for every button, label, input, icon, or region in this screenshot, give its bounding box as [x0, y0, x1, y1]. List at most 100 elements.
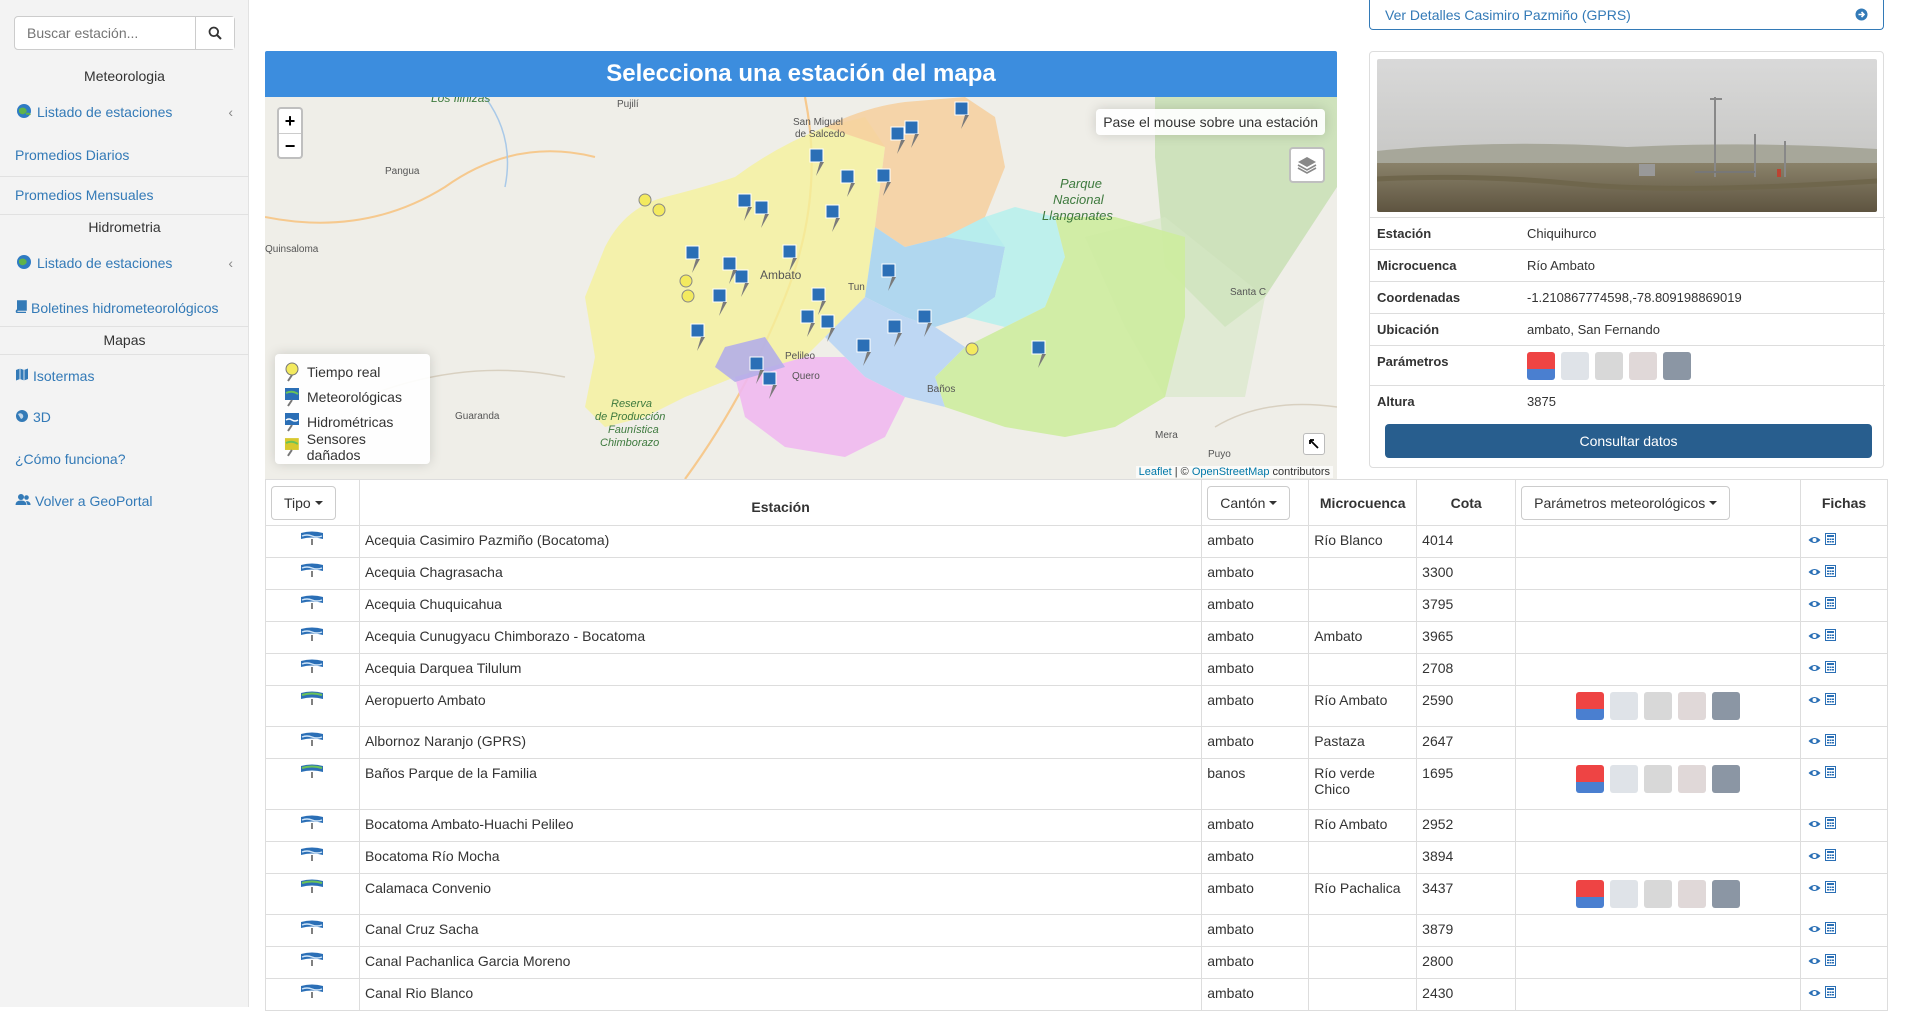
station-map[interactable]: San Miguel de Salcedo Pujilí Pangua Quin… [265, 97, 1337, 479]
calculator-icon[interactable] [1825, 953, 1836, 969]
calculator-icon[interactable] [1825, 985, 1836, 1001]
wind-direction-icon [1678, 765, 1707, 793]
eye-icon[interactable] [1808, 596, 1821, 612]
calculator-icon[interactable] [1825, 921, 1836, 937]
search-input[interactable] [15, 17, 195, 49]
eye-icon[interactable] [1808, 953, 1821, 969]
cell-microcuenca [1308, 978, 1418, 1011]
eye-icon[interactable] [1808, 816, 1821, 832]
search-icon [208, 26, 222, 40]
cell-parametros [1515, 946, 1801, 979]
layers-button[interactable] [1289, 147, 1325, 183]
calculator-icon[interactable] [1825, 692, 1836, 708]
info-key: Microcuenca [1377, 258, 1457, 273]
sidebar-item-listado-meteo[interactable]: Listado de estaciones ‹ [0, 95, 249, 129]
info-key: Ubicación [1377, 322, 1440, 337]
cell-tipo [265, 873, 360, 915]
osm-link[interactable]: OpenStreetMap [1192, 466, 1270, 478]
parametros-dropdown[interactable]: Parámetros meteorológicos [1521, 485, 1731, 520]
cell-fichas [1800, 841, 1888, 874]
eye-icon[interactable] [1808, 532, 1821, 548]
eye-icon[interactable] [1808, 765, 1821, 781]
tornado-icon [1644, 692, 1673, 720]
cell-estacion: Canal Rio Blanco [358, 978, 1203, 1011]
sidebar-item-promedios-diarios[interactable]: Promedios Diarios [0, 138, 249, 172]
expand-button[interactable] [1303, 433, 1325, 455]
calculator-icon[interactable] [1825, 660, 1836, 676]
sidebar-item-volver[interactable]: Volver a GeoPortal [0, 484, 249, 518]
cell-cota: 2430 [1416, 978, 1517, 1011]
cell-tipo [265, 758, 360, 810]
zoom-out-button[interactable]: − [279, 133, 301, 157]
leaflet-link[interactable]: Leaflet [1139, 466, 1172, 478]
col-canton: Cantón [1201, 479, 1310, 526]
cell-microcuenca [1308, 589, 1418, 622]
sidebar-item-listado-hidro[interactable]: Listado de estaciones ‹ [0, 246, 249, 280]
eye-icon[interactable] [1808, 628, 1821, 644]
cell-microcuenca: Río Pachalica [1308, 873, 1418, 915]
consult-data-button[interactable]: Consultar datos [1385, 424, 1872, 458]
eye-icon[interactable] [1808, 660, 1821, 676]
eye-icon[interactable] [1808, 692, 1821, 708]
caret-down-icon [314, 500, 323, 505]
cell-microcuenca [1308, 557, 1418, 590]
calculator-icon[interactable] [1825, 596, 1836, 612]
table-row[interactable]: Bocatoma Ambato-Huachi Pelileo ambato Río … [265, 809, 1888, 842]
calculator-icon[interactable] [1825, 733, 1836, 749]
calculator-icon[interactable] [1825, 880, 1836, 896]
station-details-link[interactable]: Ver Detalles Casimiro Pazmiño (GPRS) [1369, 0, 1884, 30]
place-label: Los Ilinizas [431, 97, 490, 105]
meteo-station-icon [299, 764, 325, 782]
calculator-icon[interactable] [1825, 765, 1836, 781]
sidebar-item-promedios-mensuales[interactable]: Promedios Mensuales [0, 178, 249, 212]
search-button[interactable] [195, 17, 234, 49]
table-row[interactable]: Calamaca Convenio ambato Río Pachalica 3437 [265, 873, 1888, 915]
table-row[interactable]: Canal Pachanlica Garcia Moreno ambato 2800 [265, 946, 1888, 979]
eye-icon[interactable] [1808, 985, 1821, 1001]
place-label: Guaranda [455, 411, 500, 422]
eye-icon[interactable] [1808, 564, 1821, 580]
eye-icon[interactable] [1808, 848, 1821, 864]
tipo-dropdown[interactable]: Tipo [271, 485, 336, 520]
eye-icon[interactable] [1808, 880, 1821, 896]
cell-parametros [1515, 685, 1801, 727]
section-hidrometria: Hidrometria [88, 219, 161, 235]
table-row[interactable]: Albornoz Naranjo (GPRS) ambato Pastaza 2647 [265, 726, 1888, 759]
calculator-icon[interactable] [1825, 532, 1836, 548]
cell-canton: ambato [1201, 726, 1310, 759]
table-row[interactable]: Acequia Cunugyacu Chimborazo - Bocatoma a… [265, 621, 1888, 654]
cell-estacion: Acequia Casimiro Pazmiño (Bocatoma) [358, 525, 1203, 558]
calculator-icon[interactable] [1825, 564, 1836, 580]
table-row[interactable]: Acequia Casimiro Pazmiño (Bocatoma) ambat… [265, 525, 1888, 558]
calculator-icon[interactable] [1825, 628, 1836, 644]
zoom-in-button[interactable]: + [279, 109, 301, 133]
calculator-icon[interactable] [1825, 848, 1836, 864]
cell-fichas [1800, 557, 1888, 590]
sidebar-item-label: Promedios Mensuales [15, 187, 154, 203]
divider [0, 176, 249, 177]
cell-tipo [265, 946, 360, 979]
calculator-icon[interactable] [1825, 816, 1836, 832]
table-row[interactable]: Canal Cruz Sacha ambato 3879 [265, 914, 1888, 947]
caret-down-icon [1709, 500, 1718, 505]
place-label: Puyo [1208, 449, 1231, 460]
table-row[interactable]: Bocatoma Río Mocha ambato 3894 [265, 841, 1888, 874]
canton-dropdown[interactable]: Cantón [1207, 485, 1291, 520]
eye-icon[interactable] [1808, 733, 1821, 749]
eye-icon[interactable] [1808, 921, 1821, 937]
wind-direction-icon [1678, 880, 1707, 908]
sidebar-item-boletines[interactable]: Boletines hidrometeorológicos [0, 291, 249, 325]
info-row-estacion: Estación Chiquihurco [1370, 217, 1885, 249]
sidebar-item-isotermas[interactable]: Isotermas [0, 359, 249, 393]
station-info-table: Estación Chiquihurco Microcuenca Río Amb… [1370, 217, 1885, 417]
cell-cota: 3965 [1416, 621, 1517, 654]
table-row[interactable]: Baños Parque de la Familia banos Río verde… [265, 758, 1888, 810]
table-row[interactable]: Aeropuerto Ambato ambato Río Ambato 2590 [265, 685, 1888, 727]
table-row[interactable]: Canal Rio Blanco ambato 2430 [265, 978, 1888, 1011]
place-label: Faunística [608, 424, 659, 436]
table-row[interactable]: Acequia Darquea Tilulum ambato 2708 [265, 653, 1888, 686]
table-row[interactable]: Acequia Chuquicahua ambato 3795 [265, 589, 1888, 622]
sidebar-item-3d[interactable]: 3D [0, 400, 249, 434]
table-row[interactable]: Acequia Chagrasacha ambato 3300 [265, 557, 1888, 590]
sidebar-item-como-funciona[interactable]: ¿Cómo funciona? [0, 442, 249, 476]
